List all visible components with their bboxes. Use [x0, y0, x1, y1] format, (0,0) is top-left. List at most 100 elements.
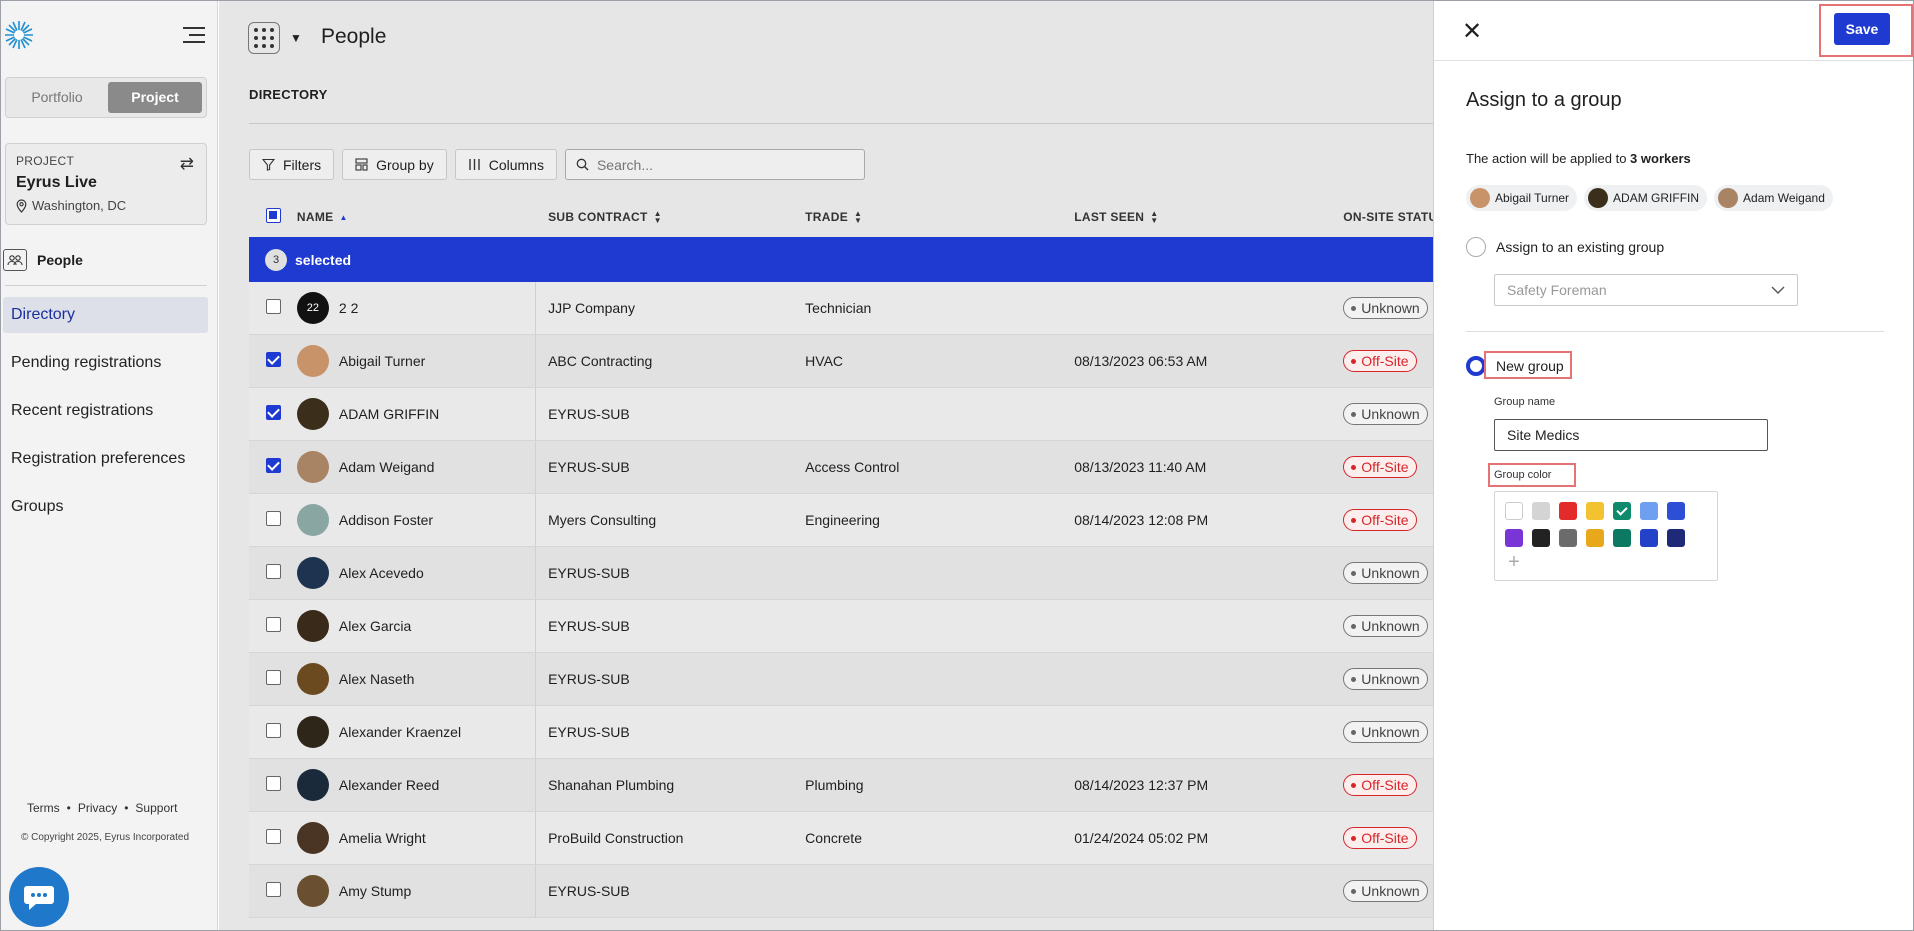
option-existing-group[interactable]: Assign to an existing group	[1466, 237, 1664, 257]
group-name-input[interactable]	[1494, 419, 1768, 451]
eyrus-logo-icon[interactable]	[3, 19, 35, 51]
nav-section-people[interactable]: People	[3, 249, 83, 271]
select-all-checkbox[interactable]	[266, 208, 281, 223]
column-header-trade[interactable]: TRADE ▲ ▼	[805, 210, 1074, 225]
worker-name[interactable]: ADAM GRIFFIN	[339, 406, 439, 422]
color-swatches	[1505, 502, 1707, 547]
table-row[interactable]: Adam Weigand EYRUS-SUB Access Control 08/13…	[249, 441, 1433, 494]
sidebar-item-pending-registrations[interactable]: Pending registrations	[3, 345, 208, 381]
privacy-link[interactable]: Privacy	[78, 801, 117, 815]
status-badge: Unknown	[1343, 615, 1428, 637]
worker-name[interactable]: 2 2	[339, 300, 358, 316]
footer-links: Terms • Privacy • Support	[27, 801, 178, 815]
row-checkbox[interactable]	[266, 723, 281, 738]
applied-count: 3 workers	[1630, 151, 1691, 166]
row-checkbox[interactable]	[266, 670, 281, 685]
worker-name[interactable]: Alexander Reed	[339, 777, 439, 793]
existing-group-radio[interactable]	[1466, 237, 1486, 257]
color-swatch[interactable]	[1505, 529, 1523, 547]
table-row[interactable]: Alex Naseth EYRUS-SUB Unknown	[249, 653, 1433, 706]
column-header-sub-contract[interactable]: SUB CONTRACT ▲ ▼	[536, 210, 805, 225]
avatar	[1470, 188, 1490, 208]
columns-button[interactable]: Columns	[454, 149, 557, 180]
status-badge: Unknown	[1343, 668, 1428, 690]
row-checkbox[interactable]	[266, 564, 281, 579]
worker-name[interactable]: Alex Acevedo	[339, 565, 424, 581]
apps-grid-icon[interactable]	[248, 22, 280, 54]
sidebar-item-directory[interactable]: Directory	[3, 297, 208, 333]
column-header-on-site-status[interactable]: ON-SITE STATU	[1343, 210, 1433, 224]
table-row[interactable]: ADAM GRIFFIN EYRUS-SUB Unknown	[249, 388, 1433, 441]
row-checkbox[interactable]	[266, 458, 281, 473]
color-swatch[interactable]	[1613, 502, 1631, 520]
row-checkbox[interactable]	[266, 617, 281, 632]
cell-trade: HVAC	[805, 353, 844, 369]
worker-name[interactable]: Addison Foster	[339, 512, 433, 528]
chevron-down-icon[interactable]: ▼	[290, 31, 302, 45]
worker-name[interactable]: Alex Garcia	[339, 618, 411, 634]
add-color-icon[interactable]: +	[1505, 552, 1523, 572]
new-group-radio[interactable]	[1466, 356, 1486, 376]
table-row[interactable]: Alexander Kraenzel EYRUS-SUB Unknown	[249, 706, 1433, 759]
color-swatch[interactable]	[1559, 529, 1577, 547]
color-swatch[interactable]	[1505, 502, 1523, 520]
group-by-button[interactable]: Group by	[342, 149, 447, 180]
color-swatch[interactable]	[1667, 502, 1685, 520]
table-row[interactable]: Amelia Wright ProBuild Construction Concre…	[249, 812, 1433, 865]
existing-group-select[interactable]: Safety Foreman	[1494, 274, 1798, 306]
worker-name[interactable]: Abigail Turner	[339, 353, 425, 369]
color-swatch[interactable]	[1586, 529, 1604, 547]
worker-name[interactable]: Adam Weigand	[339, 459, 434, 475]
table-row[interactable]: Alex Acevedo EYRUS-SUB Unknown	[249, 547, 1433, 600]
table-row[interactable]: Alexander Reed Shanahan Plumbing Plumbing 0…	[249, 759, 1433, 812]
column-header-name[interactable]: NAME ▲	[297, 210, 536, 224]
row-checkbox[interactable]	[266, 776, 281, 791]
people-icon	[3, 249, 27, 271]
color-swatch[interactable]	[1532, 529, 1550, 547]
row-checkbox[interactable]	[266, 829, 281, 844]
row-checkbox[interactable]	[266, 511, 281, 526]
worker-name[interactable]: Amy Stump	[339, 883, 411, 899]
cell-last-seen: 08/14/2023 12:08 PM	[1074, 512, 1209, 528]
chat-button[interactable]	[9, 867, 69, 927]
sidebar-item-recent-registrations[interactable]: Recent registrations	[3, 393, 208, 429]
color-swatch[interactable]	[1559, 502, 1577, 520]
row-checkbox[interactable]	[266, 352, 281, 367]
avatar	[296, 875, 329, 907]
search-input[interactable]	[596, 156, 847, 173]
sidebar: Portfolio Project PROJECT Eyrus Live Was…	[1, 1, 218, 930]
worker-name[interactable]: Alex Naseth	[339, 671, 414, 687]
menu-toggle-icon[interactable]	[183, 27, 205, 45]
table-row[interactable]: Addison Foster Myers Consulting Engineerin…	[249, 494, 1433, 547]
cell-trade: Engineering	[805, 512, 880, 528]
sidebar-item-groups[interactable]: Groups	[3, 489, 208, 525]
support-link[interactable]: Support	[135, 801, 177, 815]
save-button[interactable]: Save	[1834, 13, 1890, 45]
row-checkbox[interactable]	[266, 882, 281, 897]
close-icon[interactable]: ✕	[1462, 17, 1482, 46]
sidebar-item-registration-preferences[interactable]: Registration preferences	[3, 441, 208, 477]
table-row[interactable]: 22 2 2 JJP Company Technician Unknown	[249, 282, 1433, 335]
row-checkbox[interactable]	[266, 405, 281, 420]
switch-portfolio[interactable]: Portfolio	[10, 82, 104, 113]
table-row[interactable]: Alex Garcia EYRUS-SUB Unknown	[249, 600, 1433, 653]
table-body: 22 2 2 JJP Company Technician Unknown Abigail…	[249, 282, 1433, 918]
sort-ascending-icon: ▲	[339, 212, 348, 222]
table-row[interactable]: Abigail Turner ABC Contracting HVAC 08/13/2…	[249, 335, 1433, 388]
switch-project-icon[interactable]: ⇄	[180, 154, 194, 174]
color-swatch[interactable]	[1640, 529, 1658, 547]
switch-project[interactable]: Project	[108, 82, 202, 113]
worker-name[interactable]: Amelia Wright	[339, 830, 426, 846]
row-checkbox[interactable]	[266, 299, 281, 314]
color-swatch[interactable]	[1532, 502, 1550, 520]
color-swatch[interactable]	[1640, 502, 1658, 520]
color-swatch[interactable]	[1613, 529, 1631, 547]
column-header-last-seen[interactable]: LAST SEEN ▲ ▼	[1074, 210, 1343, 225]
table-row[interactable]: Amy Stump EYRUS-SUB Unknown	[249, 865, 1433, 918]
worker-name[interactable]: Alexander Kraenzel	[339, 724, 461, 740]
terms-link[interactable]: Terms	[27, 801, 60, 815]
color-swatch[interactable]	[1586, 502, 1604, 520]
filter-icon	[262, 158, 275, 171]
color-swatch[interactable]	[1667, 529, 1685, 547]
filters-button[interactable]: Filters	[249, 149, 335, 180]
